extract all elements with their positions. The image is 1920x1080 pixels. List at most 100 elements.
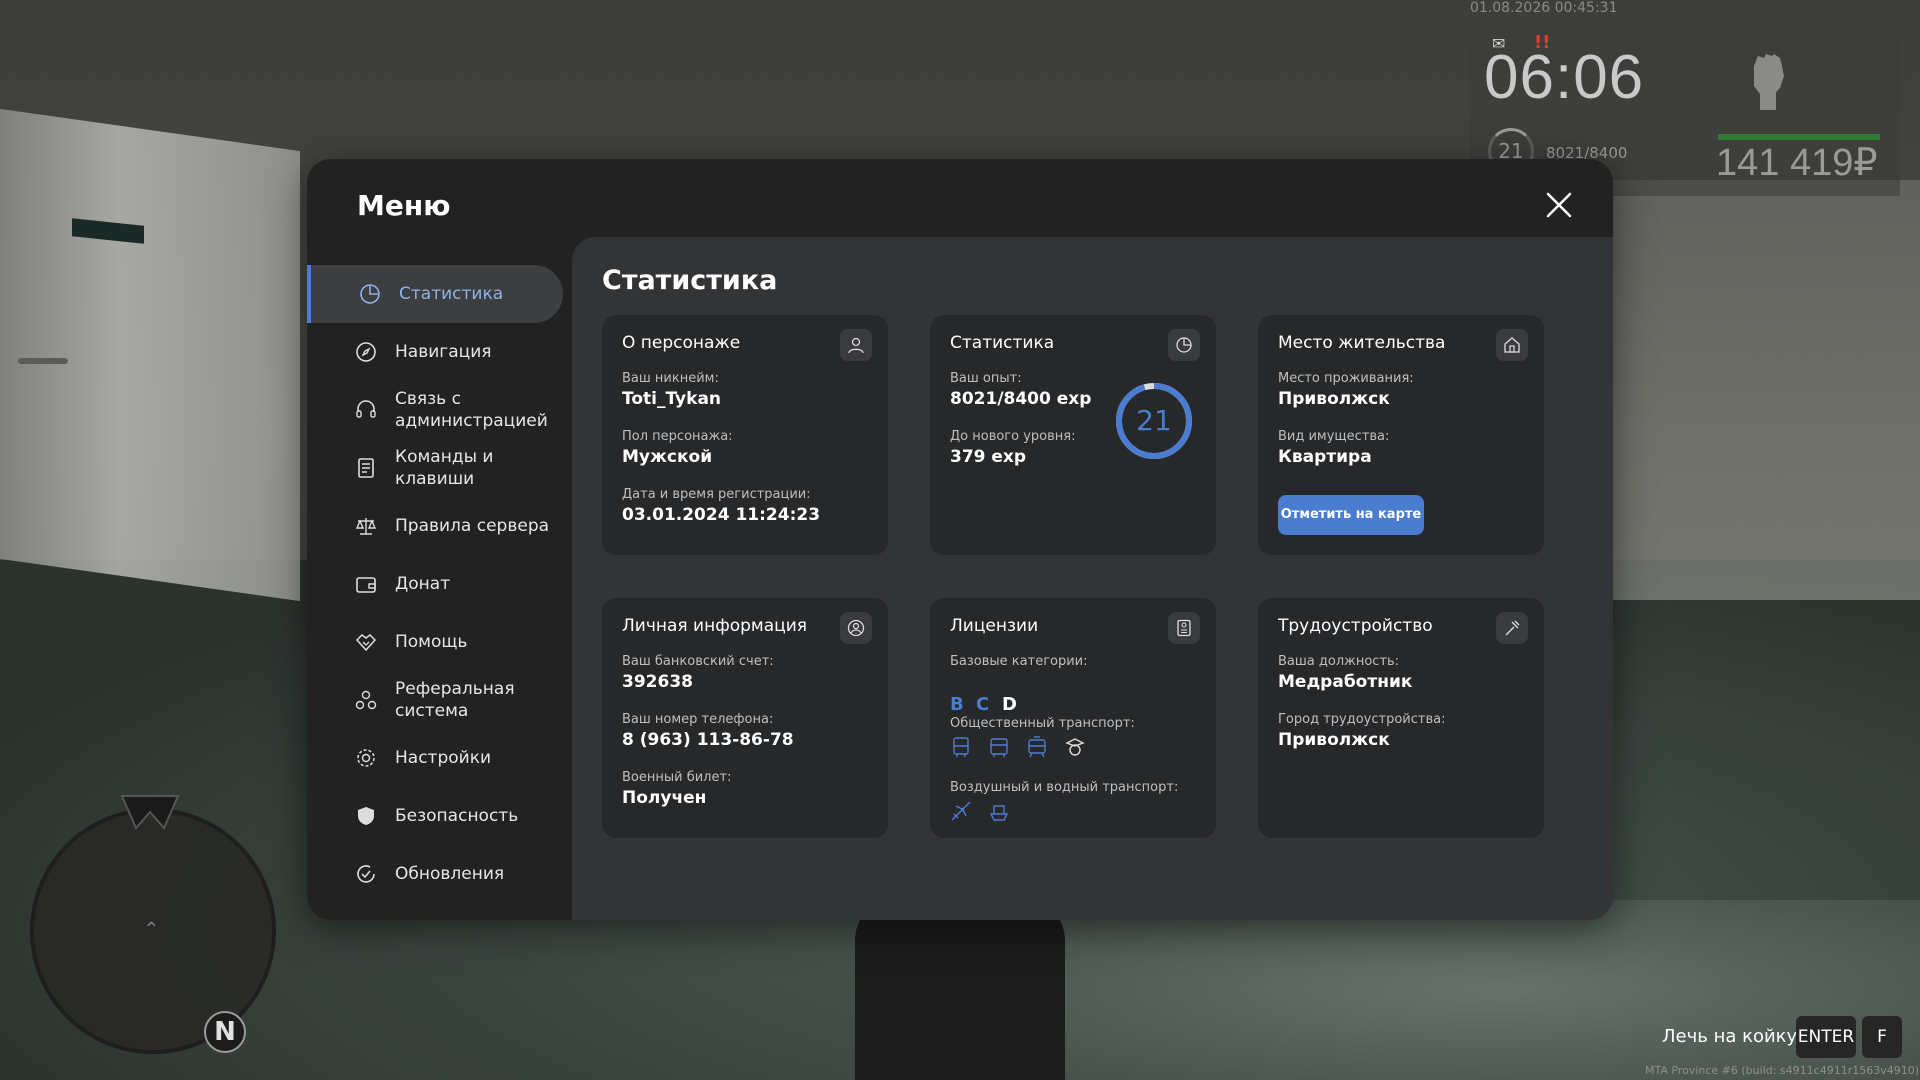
- sidebar-item-donate[interactable]: Донат: [307, 555, 563, 613]
- next-level-value: 379 exp: [950, 447, 1027, 467]
- card-job: Трудоустройство Ваша должность: Медработ…: [1258, 598, 1544, 838]
- minimap-north: N: [204, 1011, 246, 1053]
- sidebar-label: Правила сервера: [395, 516, 550, 536]
- license-category-d: D: [1002, 694, 1017, 715]
- sidebar-label: Статистика: [399, 284, 504, 304]
- sidebar-label: Навигация: [395, 342, 492, 362]
- trolleybus-icon: [990, 738, 1008, 757]
- bank-value: 392638: [622, 672, 693, 692]
- player-character: [855, 900, 1065, 1080]
- user-icon: [840, 329, 872, 361]
- boat-icon: [989, 805, 1009, 821]
- sidebar-item-statistics[interactable]: Статистика: [307, 265, 563, 323]
- bus-icon: [953, 737, 969, 757]
- interaction-prompt: Лечь на койку: [1662, 1026, 1798, 1047]
- sidebar-item-referral[interactable]: Реферальная система: [307, 671, 563, 729]
- job-city-value: Приволжск: [1278, 730, 1390, 750]
- property-value: Квартира: [1278, 447, 1372, 467]
- hud-clock: 06:06: [1484, 43, 1645, 112]
- gender-label: Пол персонажа:: [622, 429, 733, 444]
- handshake-icon: [355, 634, 377, 652]
- house-icon: [1496, 329, 1528, 361]
- menu-title: Меню: [357, 189, 451, 222]
- place-value: Приволжск: [1278, 389, 1390, 409]
- user-circle-icon: [840, 612, 872, 644]
- card-licenses: Лицензии Базовые категории: B C D Общест…: [930, 598, 1216, 838]
- sidebar-label: Обновления: [395, 864, 505, 884]
- sidebar-item-admin-contact[interactable]: Связь с администрацией: [307, 381, 563, 439]
- document-icon: [358, 458, 374, 478]
- game-door: [0, 108, 300, 602]
- phone-value: 8 (963) 113-86-78: [622, 730, 794, 750]
- reg-label: Дата и время регистрации:: [622, 487, 811, 502]
- headset-icon: [356, 400, 376, 418]
- reg-value: 03.01.2024 11:24:23: [622, 505, 821, 525]
- hud-money: 141 419₽: [1716, 142, 1878, 184]
- card-title: Статистика: [950, 333, 1055, 353]
- nickname-label: Ваш никнейм:: [622, 371, 719, 386]
- gear-icon: [357, 749, 375, 767]
- pie-chart-icon: [360, 284, 380, 304]
- job-city-label: Город трудоустройства:: [1278, 712, 1446, 727]
- sidebar-item-updates[interactable]: Обновления: [307, 845, 563, 903]
- enter-key[interactable]: ENTER: [1796, 1016, 1856, 1058]
- build-info: MTA Province #6 (build: s4911c4911r1563v…: [1645, 1064, 1920, 1077]
- license-category-b: B: [950, 694, 964, 715]
- card-about: О персонаже Ваш никнейм: Toti_Tykan Пол …: [602, 315, 888, 555]
- license-category-c: C: [976, 694, 990, 715]
- sidebar-label: Помощь: [395, 632, 468, 652]
- license-icon: [1168, 612, 1200, 644]
- bank-label: Ваш банковский счет:: [622, 654, 774, 669]
- sidebar-label: Связь с администрацией: [395, 389, 548, 431]
- card-title: О персонаже: [622, 333, 741, 353]
- card-title: Место жительства: [1278, 333, 1446, 353]
- referral-icon: [355, 690, 377, 710]
- sidebar-label: Безопасность: [395, 806, 519, 826]
- card-residence: Место жительства Место проживания: Приво…: [1258, 315, 1544, 555]
- compass-icon: [356, 342, 376, 362]
- military-label: Военный билет:: [622, 770, 732, 785]
- position-value: Медработник: [1278, 672, 1413, 692]
- phone-label: Ваш номер телефона:: [622, 712, 774, 727]
- sidebar-item-security[interactable]: Безопасность: [307, 787, 563, 845]
- wallet-icon: [356, 577, 376, 593]
- player-arrow-icon: ⌃: [143, 917, 160, 941]
- mark-on-map-button[interactable]: Отметить на карте: [1278, 495, 1424, 535]
- door-handle: [18, 358, 68, 364]
- card-title: Личная информация: [622, 616, 808, 636]
- sidebar-item-rules[interactable]: Правила сервера: [307, 497, 563, 555]
- minimap-marker-icon: [120, 795, 180, 830]
- basic-categories-label: Базовые категории:: [950, 654, 1088, 669]
- f-key[interactable]: F: [1862, 1016, 1902, 1058]
- position-label: Ваша должность:: [1278, 654, 1400, 669]
- sidebar-item-navigation[interactable]: Навигация: [307, 323, 563, 381]
- fist-icon: [1754, 54, 1784, 110]
- hammer-icon: [1496, 612, 1528, 644]
- card-stats: Статистика Ваш опыт: 8021/8400 exp До но…: [930, 315, 1216, 555]
- taxi-driver-icon: [1065, 738, 1085, 756]
- tram-icon: [1028, 736, 1046, 758]
- content-panel: Статистика О персонаже Ваш никнейм: Toti…: [572, 237, 1613, 920]
- property-label: Вид имущества:: [1278, 429, 1390, 444]
- card-title: Трудоустройство: [1278, 616, 1433, 636]
- air-water-transport-label: Воздушный и водный транспорт:: [950, 780, 1179, 795]
- sidebar-label: Реферальная система: [395, 679, 515, 721]
- sidebar-item-help[interactable]: Помощь: [307, 613, 563, 671]
- sidebar-label: Команды и клавиши: [395, 447, 494, 489]
- military-value: Получен: [622, 788, 707, 808]
- scales-icon: [355, 518, 377, 535]
- game-rug: [1050, 900, 1920, 1080]
- close-icon[interactable]: [1545, 191, 1573, 219]
- exp-value: 8021/8400 exp: [950, 389, 1092, 409]
- pie-chart-icon: [1168, 329, 1200, 361]
- refresh-check-icon: [357, 865, 375, 883]
- sidebar-item-settings[interactable]: Настройки: [307, 729, 563, 787]
- card-title: Лицензии: [950, 616, 1039, 636]
- hud-datetime: 01.08.2026 00:45:31: [1470, 0, 1618, 16]
- nickname-value: Toti_Tykan: [622, 389, 722, 409]
- sidebar-label: Настройки: [395, 748, 492, 768]
- sidebar-item-commands[interactable]: Команды и клавиши: [307, 439, 563, 497]
- game-wall: [1590, 180, 1920, 600]
- gender-value: Мужской: [622, 447, 713, 467]
- content-title: Статистика: [602, 265, 778, 296]
